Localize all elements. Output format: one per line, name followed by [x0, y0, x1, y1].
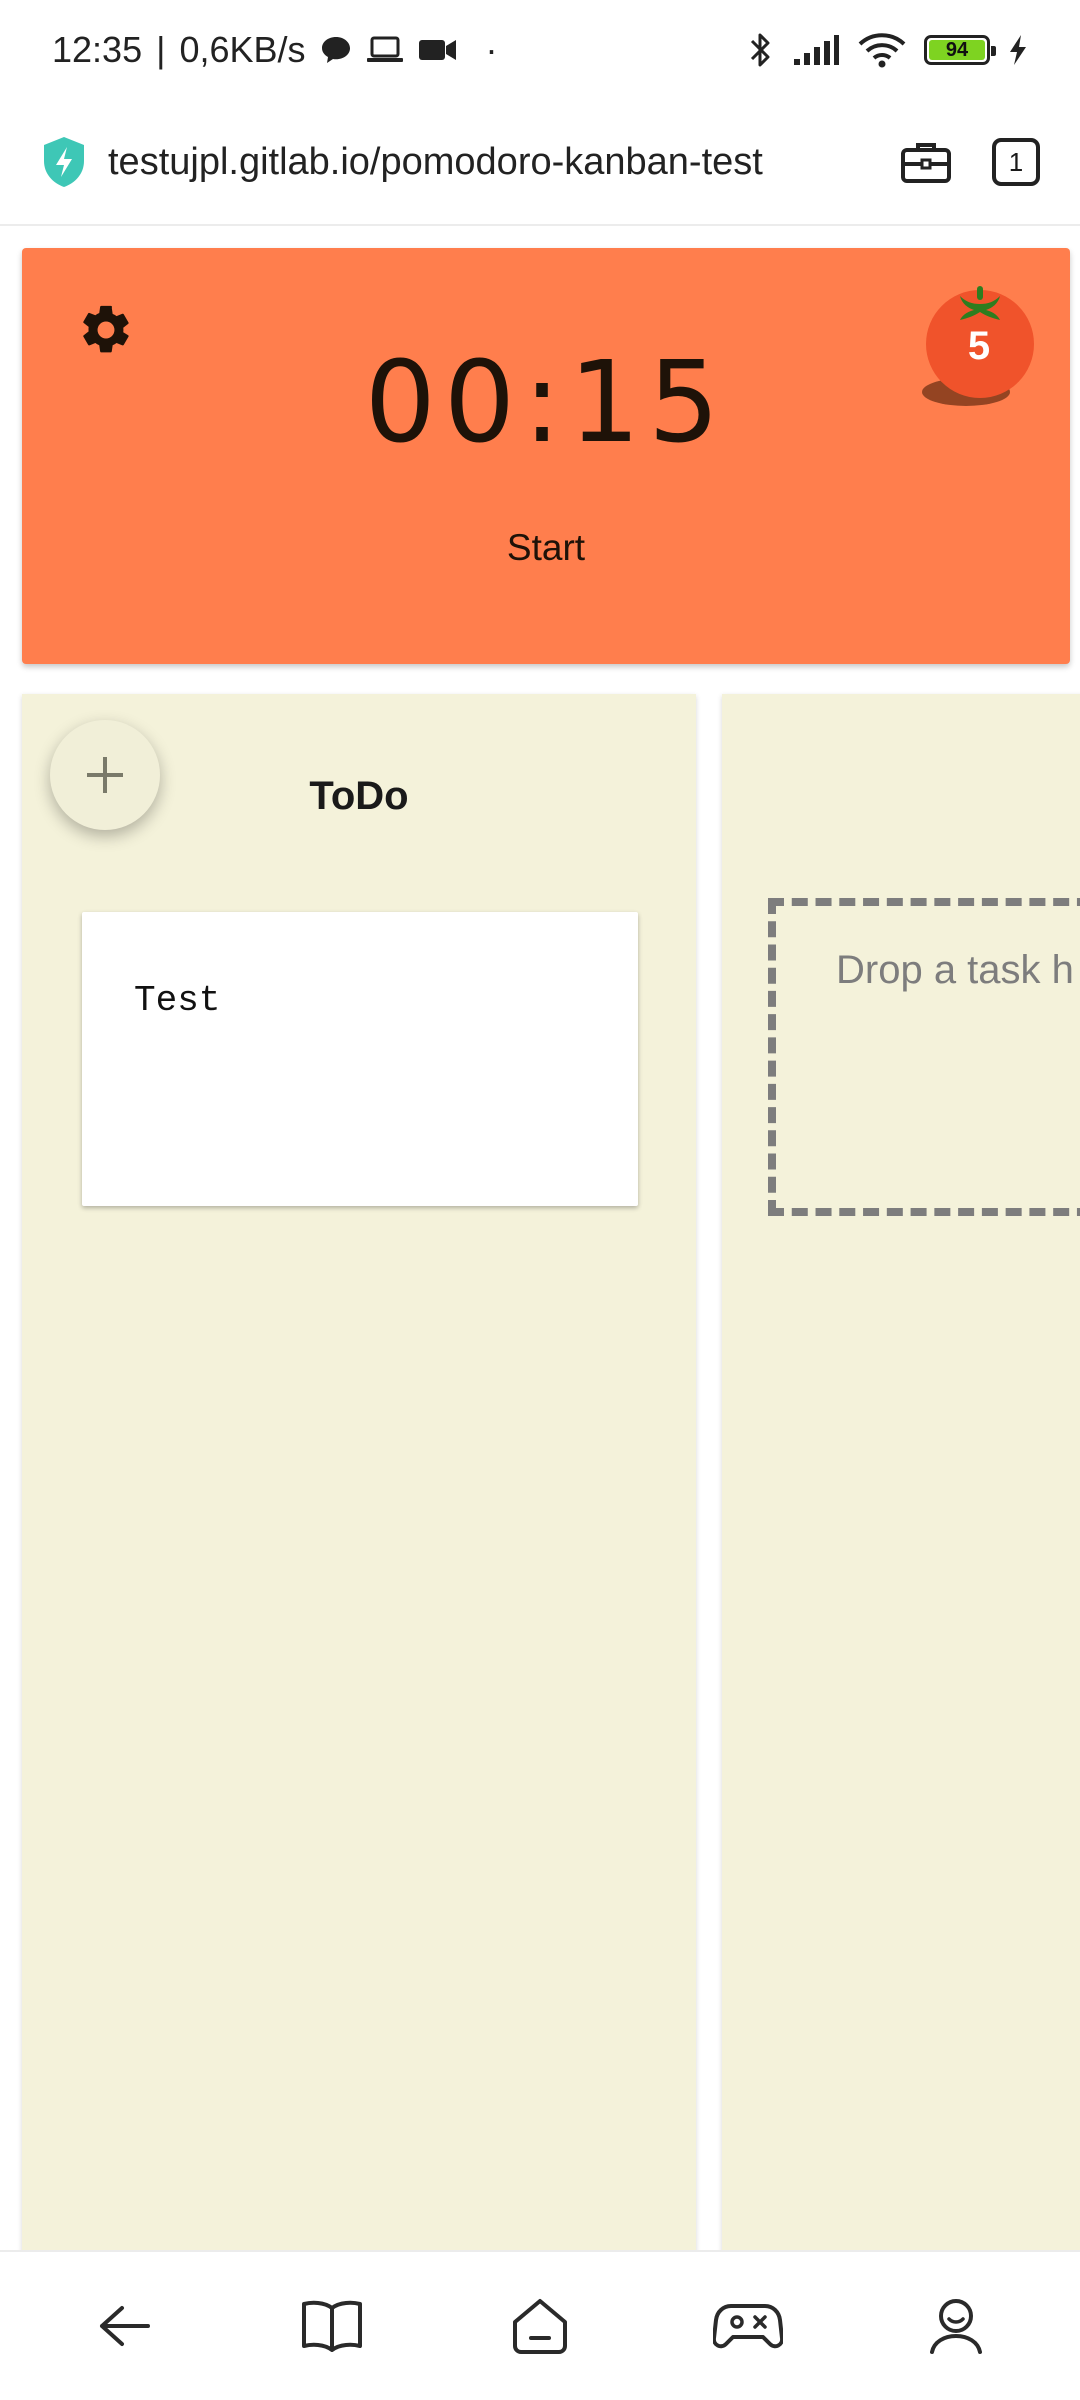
- task-title: Test: [134, 980, 221, 1021]
- task-card[interactable]: Test: [82, 912, 638, 1206]
- back-button[interactable]: [69, 2271, 179, 2381]
- url-text[interactable]: testujpl.gitlab.io/pomodoro-kanban-test: [108, 141, 900, 184]
- status-dot: ·: [485, 29, 498, 70]
- status-separator: |: [156, 29, 166, 70]
- profile-icon: [927, 2296, 985, 2356]
- games-button[interactable]: [693, 2271, 803, 2381]
- status-bar: 12:35 | 0,6KB/s · 94: [0, 0, 1080, 100]
- back-arrow-icon: [96, 2302, 152, 2350]
- signal-icon: [792, 33, 840, 67]
- shield-bolt-icon[interactable]: [40, 135, 88, 189]
- status-left: 12:35 | 0,6KB/s ·: [52, 29, 498, 71]
- home-button[interactable]: [485, 2271, 595, 2381]
- laptop-icon: [366, 36, 404, 64]
- status-right: 94: [748, 31, 1028, 69]
- address-bar: testujpl.gitlab.io/pomodoro-kanban-test …: [0, 100, 1080, 226]
- tomato-icon: [914, 286, 1054, 418]
- book-icon: [300, 2298, 364, 2354]
- drop-placeholder: Drop a task h: [836, 948, 1074, 992]
- tab-counter-button[interactable]: 1: [992, 138, 1040, 186]
- column-title: ToDo: [309, 774, 409, 818]
- bookmarks-button[interactable]: [277, 2271, 387, 2381]
- start-button[interactable]: Start: [476, 518, 616, 578]
- bluetooth-icon: [748, 31, 774, 69]
- column-second: Drop a task h: [722, 694, 1080, 2254]
- home-icon: [509, 2296, 571, 2356]
- status-time: 12:35: [52, 29, 143, 70]
- gamepad-icon: [713, 2300, 783, 2352]
- chat-bubble-icon: [320, 35, 352, 65]
- column-todo: ToDo Test: [22, 694, 696, 2254]
- bottom-nav: [0, 2250, 1080, 2400]
- address-actions: 1: [900, 138, 1040, 186]
- pomodoro-counter: 5: [914, 284, 1054, 414]
- drop-zone[interactable]: Drop a task h: [768, 898, 1080, 1216]
- timer-card: 00:15 Start 5: [22, 248, 1070, 664]
- battery-icon: 94: [924, 35, 996, 65]
- profile-button[interactable]: [901, 2271, 1011, 2381]
- timer-display: 00:15: [364, 338, 728, 468]
- charging-bolt-icon: [1008, 34, 1028, 66]
- wifi-icon: [858, 32, 906, 68]
- tomato-count: 5: [967, 324, 991, 368]
- screen: 12:35 | 0,6KB/s · 94 testujpl.gitlab.io/…: [0, 0, 1080, 2400]
- briefcase-icon[interactable]: [900, 140, 952, 184]
- video-camera-icon: [418, 37, 458, 63]
- status-net-speed: 0,6KB/s: [179, 29, 306, 70]
- battery-level: 94: [929, 40, 985, 60]
